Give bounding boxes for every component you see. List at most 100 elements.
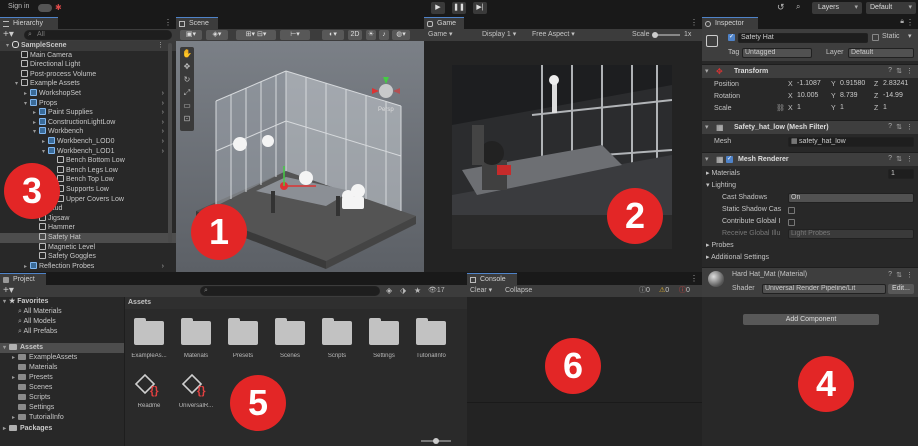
- chevron-right-icon[interactable]: ›: [162, 147, 164, 157]
- position-z-field[interactable]: 2.83241: [881, 80, 915, 90]
- project-folder-item[interactable]: Scripts: [0, 393, 124, 403]
- collapse-toggle[interactable]: Collapse: [505, 286, 532, 296]
- chevron-right-icon[interactable]: ›: [162, 137, 164, 147]
- pause-button[interactable]: ❚❚: [452, 2, 466, 14]
- hierarchy-search-input[interactable]: ⌕ All: [24, 30, 172, 40]
- materials-count-field[interactable]: 1: [888, 169, 914, 179]
- add-icon[interactable]: +▾: [3, 29, 14, 41]
- display-dropdown[interactable]: Display 1 ▾: [482, 30, 516, 40]
- play-button[interactable]: ▶: [431, 2, 445, 14]
- hierarchy-item[interactable]: Main Camera: [0, 50, 176, 61]
- rotation-y-field[interactable]: 8.739: [838, 92, 872, 102]
- help-icon[interactable]: ?: [888, 67, 892, 74]
- link-icon[interactable]: ⛓: [776, 104, 785, 114]
- search-icon[interactable]: ⌕: [796, 2, 800, 12]
- project-folder-item[interactable]: Settings: [0, 403, 124, 413]
- filter-type-icon[interactable]: ◈: [386, 286, 392, 295]
- favorites-header[interactable]: ▾ ★ Favorites: [0, 297, 124, 307]
- move-tool-icon[interactable]: ✥: [181, 62, 193, 72]
- tag-dropdown[interactable]: Untagged: [742, 48, 812, 58]
- filter-label-icon[interactable]: ⬗: [400, 286, 406, 295]
- tab-scene[interactable]: Scene: [176, 17, 218, 29]
- preset-icon[interactable]: ⇅: [896, 155, 902, 163]
- more-icon[interactable]: ⋮: [906, 271, 913, 279]
- effects-toggle[interactable]: ◍▾: [392, 30, 410, 40]
- more-icon[interactable]: ⋮: [906, 155, 913, 163]
- scale-z-field[interactable]: 1: [881, 104, 915, 114]
- edit-shader-button[interactable]: Edit...: [888, 284, 914, 294]
- static-label[interactable]: Static: [882, 32, 900, 42]
- mesh-field[interactable]: ▦ safety_hat_low: [788, 137, 914, 147]
- more-icon[interactable]: ⋮: [690, 274, 698, 283]
- add-icon[interactable]: +▾: [3, 285, 14, 297]
- hierarchy-item[interactable]: Safety Goggles: [0, 252, 176, 262]
- favorite-item[interactable]: ⌕ All Models: [0, 317, 124, 327]
- cast-shadows-dropdown[interactable]: On: [788, 193, 914, 203]
- warning-count[interactable]: ⚠0: [659, 286, 669, 296]
- audio-toggle[interactable]: ♪: [379, 30, 389, 40]
- favorite-item[interactable]: ⌕ All Prefabs: [0, 327, 124, 337]
- hierarchy-item[interactable]: Safety Hat: [0, 233, 176, 243]
- hierarchy-item[interactable]: Hammer: [0, 223, 176, 233]
- materials-foldout[interactable]: ▸ Materials: [706, 169, 740, 179]
- 2d-toggle[interactable]: 2D: [348, 30, 362, 40]
- icon-size-slider-handle[interactable]: [433, 438, 439, 444]
- scale-y-field[interactable]: 1: [838, 104, 872, 114]
- asset-file[interactable]: {} UniversalR...: [176, 373, 216, 409]
- mesh-renderer-header[interactable]: ▾ ▦ ✓ Mesh Renderer ? ⇅ ⋮: [702, 152, 918, 166]
- contribute-gi-checkbox[interactable]: [788, 219, 795, 226]
- more-icon[interactable]: ⋮: [157, 41, 164, 51]
- project-folder-item[interactable]: ▸ ExampleAssets: [0, 353, 124, 363]
- asset-file[interactable]: {} Readme: [129, 373, 169, 409]
- clear-button[interactable]: Clear ▾: [470, 286, 492, 296]
- sign-in-button[interactable]: Sign in: [8, 3, 29, 10]
- more-icon[interactable]: ⋮: [906, 67, 913, 75]
- asset-folder[interactable]: Presets: [223, 318, 263, 359]
- chevron-right-icon[interactable]: ›: [162, 89, 164, 99]
- hierarchy-item[interactable]: ▾ Workbench ›: [0, 127, 176, 137]
- more-icon[interactable]: ⋮: [906, 123, 913, 131]
- assets-folder[interactable]: ▾ Assets: [0, 343, 124, 353]
- help-icon[interactable]: ?: [888, 123, 892, 130]
- more-icon[interactable]: ⋮: [906, 18, 914, 27]
- rotation-x-field[interactable]: 10.005: [795, 92, 829, 102]
- mesh-filter-header[interactable]: ▾ ▦ Safety_hat_low (Mesh Filter) ? ⇅ ⋮: [702, 120, 918, 134]
- tab-project[interactable]: Project: [0, 273, 46, 285]
- more-icon[interactable]: ⋮: [164, 18, 172, 27]
- asset-folder[interactable]: Settings: [364, 318, 404, 359]
- packages-folder[interactable]: ▸ Packages: [0, 424, 124, 434]
- chevron-right-icon[interactable]: ›: [162, 127, 164, 137]
- hidden-packages-icon[interactable]: 👁︎17: [428, 286, 445, 294]
- chevron-right-icon[interactable]: ›: [162, 108, 164, 118]
- lighting-foldout[interactable]: ▾ Lighting: [706, 181, 736, 191]
- chevron-right-icon[interactable]: ›: [162, 99, 164, 109]
- help-icon[interactable]: ?: [888, 155, 892, 162]
- rotation-z-field[interactable]: -14.99: [881, 92, 915, 102]
- breadcrumb-assets[interactable]: Assets: [128, 298, 151, 308]
- project-folder-item[interactable]: Materials: [0, 363, 124, 373]
- game-mode-dropdown[interactable]: Game ▾: [428, 30, 453, 40]
- shading-dropdown[interactable]: ◐▾: [322, 30, 344, 40]
- hierarchy-item[interactable]: ▸ Workbench_LOD0 ›: [0, 137, 176, 147]
- preset-icon[interactable]: ⇅: [896, 271, 902, 279]
- hierarchy-item[interactable]: ▾ Example Assets: [0, 79, 176, 89]
- asset-folder[interactable]: Materials: [176, 318, 216, 359]
- draw-mode-dropdown[interactable]: ▣▾: [180, 30, 202, 40]
- chevron-down-icon[interactable]: ▾: [908, 32, 912, 42]
- favorite-icon[interactable]: ★: [414, 286, 421, 295]
- tab-game[interactable]: Game: [424, 17, 464, 29]
- error-count[interactable]: ⓘ0: [679, 286, 690, 296]
- layers-dropdown[interactable]: Layers ▾: [812, 2, 862, 14]
- tab-hierarchy[interactable]: Hierarchy: [0, 17, 58, 29]
- asset-folder[interactable]: Scripts: [317, 318, 357, 359]
- active-checkbox[interactable]: ✓: [728, 34, 735, 41]
- rect-tool-icon[interactable]: ▭: [181, 101, 193, 111]
- project-folder-item[interactable]: Scenes: [0, 383, 124, 393]
- static-shadow-checkbox[interactable]: [788, 207, 795, 214]
- shader-dropdown[interactable]: Universal Render Pipeline/Lit: [762, 284, 886, 294]
- transform-tool-icon[interactable]: ⊡: [181, 114, 193, 124]
- scale-tool-icon[interactable]: ⤢: [181, 88, 193, 98]
- scale-slider-handle[interactable]: [652, 32, 658, 38]
- asset-folder[interactable]: TutorialInfo: [411, 318, 451, 359]
- tab-inspector[interactable]: Inspector: [702, 17, 758, 29]
